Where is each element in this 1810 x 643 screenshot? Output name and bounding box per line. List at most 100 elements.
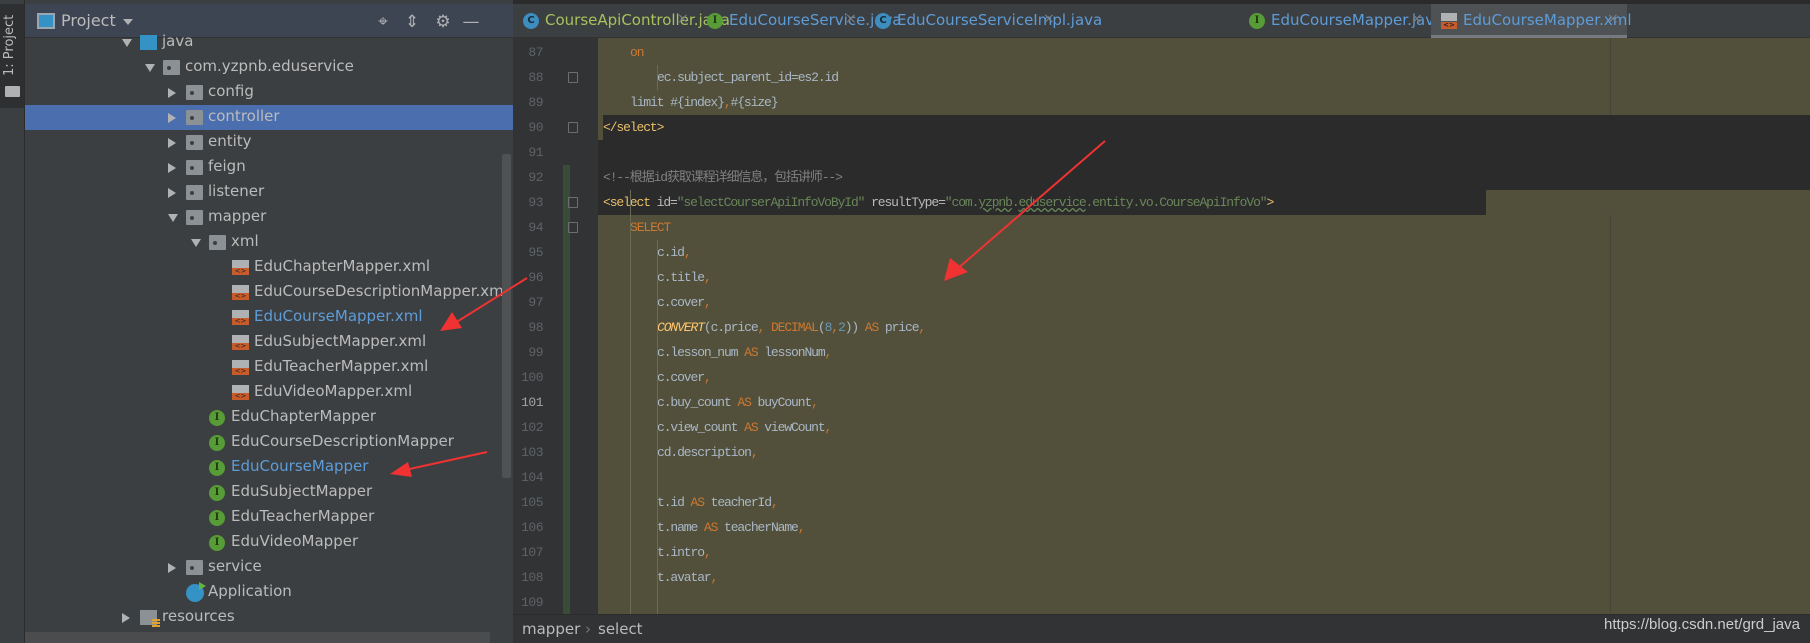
- code-line: <!--根据id获取课程详细信息，包括讲师-->: [598, 165, 1810, 190]
- breadcrumb-item-select[interactable]: select: [598, 620, 643, 638]
- line-number: 94: [528, 220, 543, 235]
- code-token: ,: [703, 370, 712, 385]
- code-token: c.cover: [657, 370, 705, 385]
- line-number: 91: [528, 145, 543, 160]
- code-text: t.avatar,: [657, 565, 718, 590]
- tree-horizontal-scrollbar[interactable]: [25, 632, 490, 643]
- tab-educourseservice-java[interactable]: I EduCourseService.java ×: [697, 4, 902, 38]
- code-text: SELECT: [630, 215, 671, 240]
- code-text: c.cover,: [657, 290, 712, 315]
- chevron-down-icon[interactable]: [168, 214, 178, 222]
- tree-item[interactable]: I EduCourseDescriptionMapper: [25, 430, 513, 455]
- tree-item[interactable]: EduSubjectMapper.xml: [25, 330, 513, 355]
- chevron-right-icon[interactable]: [122, 613, 130, 623]
- line-number: 100: [521, 370, 543, 385]
- project-tool-label: 1: Project: [2, 14, 17, 76]
- chevron-down-icon[interactable]: [191, 239, 201, 247]
- line-number: 103: [521, 445, 543, 460]
- fold-marker-icon[interactable]: [568, 222, 578, 233]
- code-token: t.name: [657, 520, 704, 535]
- tree-item[interactable]: controller: [25, 105, 513, 130]
- project-view-selector[interactable]: Project: [61, 11, 116, 30]
- tree-item[interactable]: I EduCourseMapper: [25, 455, 513, 480]
- tree-item[interactable]: EduTeacherMapper.xml: [25, 355, 513, 380]
- chevron-right-icon[interactable]: [168, 88, 176, 98]
- tree-item[interactable]: EduCourseDescriptionMapper.xml: [25, 280, 513, 305]
- code-text: c.id,: [657, 240, 692, 265]
- code-token: ,: [797, 520, 806, 535]
- indent-guide: [657, 65, 658, 90]
- code-token: ,: [831, 320, 839, 335]
- code-token: resultType=: [864, 195, 946, 210]
- tree-item[interactable]: I EduVideoMapper: [25, 530, 513, 555]
- code-token: CONVERT: [657, 320, 705, 335]
- tree-item[interactable]: feign: [25, 155, 513, 180]
- tree-item[interactable]: listener: [25, 180, 513, 205]
- code-token: ,: [703, 545, 712, 560]
- tree-item-label: EduVideoMapper.xml: [254, 382, 413, 400]
- chevron-right-icon[interactable]: [168, 563, 176, 573]
- package-folder-icon: [186, 560, 203, 575]
- collapse-all-icon[interactable]: ⇕: [402, 12, 422, 32]
- minimize-icon[interactable]: —: [461, 12, 481, 32]
- code-token: AS: [703, 520, 719, 535]
- fold-marker-icon[interactable]: [568, 122, 578, 133]
- code-token: c.buy_count: [657, 395, 738, 410]
- chevron-right-icon[interactable]: [168, 113, 176, 123]
- close-icon[interactable]: ×: [677, 11, 689, 27]
- xml-file-icon: [232, 285, 249, 300]
- tree-scrollbar[interactable]: [502, 154, 511, 478]
- code-token: </select>: [603, 120, 664, 135]
- line-number: 92: [528, 170, 543, 185]
- tree-item[interactable]: Application: [25, 580, 513, 605]
- breadcrumb-item-mapper[interactable]: mapper: [522, 620, 580, 638]
- line-number: 98: [528, 320, 543, 335]
- code-token: on: [630, 45, 645, 60]
- tree-item[interactable]: I EduTeacherMapper: [25, 505, 513, 530]
- tree-item[interactable]: EduChapterMapper.xml: [25, 255, 513, 280]
- tree-item[interactable]: I EduSubjectMapper: [25, 480, 513, 505]
- fold-marker-icon[interactable]: [568, 72, 578, 83]
- tree-item[interactable]: service: [25, 555, 513, 580]
- tab-educoursemapper-xml[interactable]: EduCourseMapper.xml×: [1431, 4, 1632, 38]
- tree-item[interactable]: I EduChapterMapper: [25, 405, 513, 430]
- tab-educourseserviceimpl-java[interactable]: C EduCourseServiceImpl.java ×: [865, 4, 1102, 38]
- locate-icon[interactable]: ⌖: [373, 12, 393, 32]
- package-folder-icon: [186, 160, 203, 175]
- tree-item[interactable]: resources: [25, 605, 513, 630]
- watermark: https://blog.csdn.net/grd_java: [1604, 616, 1800, 633]
- chevron-right-icon[interactable]: [168, 188, 176, 198]
- line-number: 93: [528, 195, 543, 210]
- code-line: t.name AS teacherName,: [598, 515, 1810, 540]
- project-tool-button[interactable]: 1: Project: [0, 4, 24, 108]
- package-folder-icon: [186, 85, 203, 100]
- tree-item[interactable]: EduVideoMapper.xml: [25, 380, 513, 405]
- gear-icon[interactable]: ⚙: [433, 12, 453, 32]
- tree-item[interactable]: java: [25, 30, 513, 55]
- tree-item[interactable]: config: [25, 80, 513, 105]
- code-token: viewCount: [757, 420, 825, 435]
- package-folder-icon: [186, 110, 203, 125]
- line-number: 109: [521, 595, 543, 610]
- close-icon[interactable]: ×: [845, 11, 857, 27]
- tab-courseapicontroller-java[interactable]: C CourseApiController.java ×: [513, 4, 730, 38]
- chevron-right-icon[interactable]: [168, 163, 176, 173]
- chevron-down-icon[interactable]: [122, 39, 132, 47]
- tree-item[interactable]: mapper: [25, 205, 513, 230]
- close-icon[interactable]: ×: [1043, 11, 1055, 27]
- xml-file-icon: [232, 385, 249, 400]
- tab-educoursemapper-java[interactable]: I EduCourseMapper.java ×: [1239, 4, 1443, 38]
- chevron-down-icon[interactable]: [145, 64, 155, 72]
- tree-item[interactable]: com.yzpnb.eduservice: [25, 55, 513, 80]
- tree-item[interactable]: EduCourseMapper.xml: [25, 305, 513, 330]
- code-editor[interactable]: on ec.subject_parent_id=es2.id limit #{ind…: [598, 38, 1810, 614]
- tree-item-label: EduChapterMapper.xml: [254, 257, 431, 275]
- tree-item[interactable]: entity: [25, 130, 513, 155]
- line-number: 105: [521, 495, 543, 510]
- chevron-right-icon[interactable]: [168, 138, 176, 148]
- tree-item[interactable]: xml: [25, 230, 513, 255]
- chevron-down-icon[interactable]: [123, 19, 133, 25]
- fold-marker-icon[interactable]: [568, 197, 578, 208]
- close-icon[interactable]: ×: [1607, 11, 1619, 27]
- close-icon[interactable]: ×: [1411, 11, 1423, 27]
